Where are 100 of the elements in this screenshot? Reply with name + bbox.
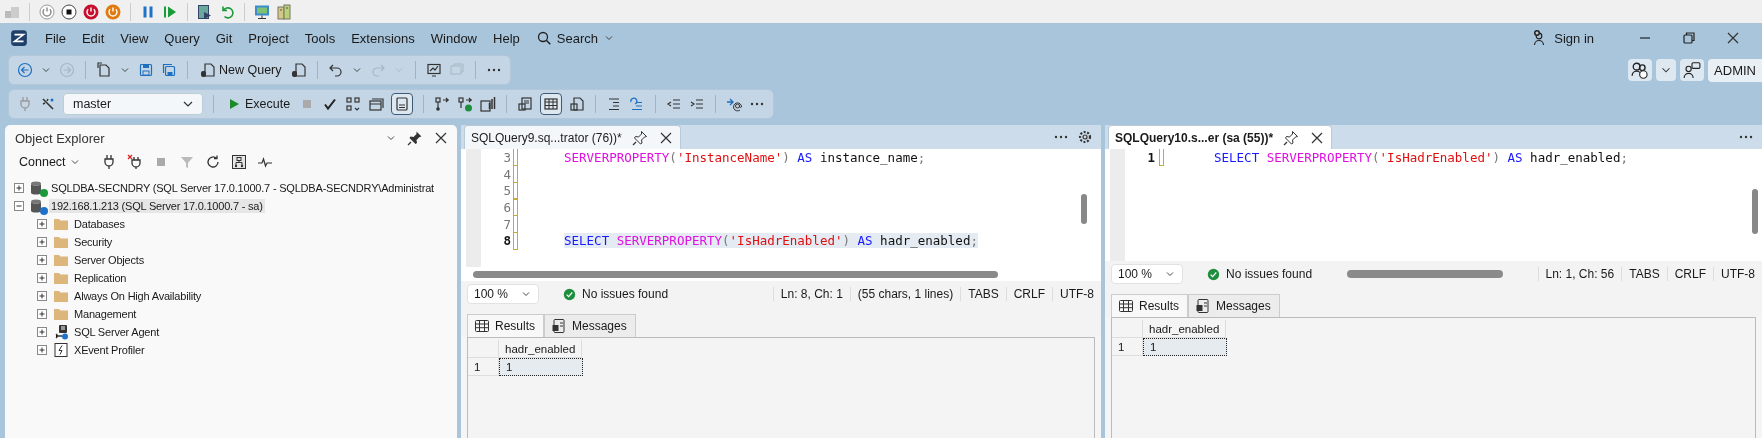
window-icon[interactable]	[368, 96, 385, 112]
sign-in-button[interactable]: Sign in	[1527, 29, 1600, 47]
file-icon[interactable]	[569, 96, 586, 112]
expand-icon[interactable]	[34, 306, 50, 322]
app-icon[interactable]	[197, 3, 213, 20]
profiler-icon	[53, 342, 69, 358]
undo-icon[interactable]	[327, 62, 344, 78]
menu-item[interactable]: Tools	[297, 26, 343, 50]
restore-icon[interactable]	[1681, 30, 1697, 46]
disconnect-icon[interactable]	[126, 154, 143, 170]
document-tab[interactable]: SQLQuery9.sq...trator (76))*	[464, 125, 681, 149]
scrollbar[interactable]	[1752, 189, 1758, 234]
diagram-icon[interactable]	[345, 96, 362, 112]
database-dropdown[interactable]: master	[63, 93, 203, 115]
results-tab[interactable]: Messages	[1188, 294, 1280, 317]
close-icon[interactable]	[1725, 30, 1741, 46]
expand-icon[interactable]	[34, 288, 50, 304]
table-cell[interactable]: 1	[1143, 338, 1227, 356]
wand-icon[interactable]	[40, 96, 56, 112]
stop-icon[interactable]	[61, 3, 77, 20]
close-icon[interactable]	[433, 130, 449, 146]
tree-item[interactable]: Server Objects	[72, 253, 146, 267]
menu-item[interactable]: File	[38, 26, 73, 50]
new-file-icon[interactable]	[96, 62, 112, 78]
menu-item[interactable]: Project	[241, 26, 296, 50]
outdent-icon[interactable]	[666, 96, 683, 112]
connect-button[interactable]: Connect	[13, 155, 85, 169]
tree-item[interactable]: Databases	[72, 217, 127, 231]
scrollbar[interactable]	[1346, 270, 1503, 278]
toggle-button[interactable]	[540, 93, 563, 115]
activity-icon[interactable]	[256, 154, 273, 170]
table-cell[interactable]: 1	[499, 358, 583, 376]
people-icon[interactable]	[1628, 59, 1653, 81]
status-item: TABS	[960, 287, 1006, 301]
document-icon[interactable]	[290, 62, 307, 78]
tree-item[interactable]: Security	[72, 235, 115, 249]
parameter-icon[interactable]	[726, 96, 743, 112]
save-all-icon[interactable]	[161, 62, 177, 78]
menu-item[interactable]: Help	[486, 26, 527, 50]
zoom-dropdown[interactable]: 100 %	[1111, 264, 1183, 284]
monitor-icon[interactable]	[254, 3, 270, 20]
menu-item[interactable]: Extensions	[344, 26, 422, 50]
account-button[interactable]: ADMIN	[1708, 58, 1762, 82]
menu-item[interactable]: Query	[157, 26, 207, 50]
code-editor[interactable]: 3 SERVERPROPERTY('InstanceName') AS instance_name; 4 5 6 7 8 SELECT SERVERPROPERTY('IsHadrEnabled') AS hadr_enabled;	[461, 149, 1101, 267]
power-icon[interactable]	[105, 3, 121, 20]
tree-item[interactable]: SQLDBA-SECNDRY (SQL Server 17.0.1000.7 - SQLDBA-SECNDRY\Administrat	[49, 181, 436, 195]
expand-icon[interactable]	[34, 270, 50, 286]
refresh-icon[interactable]	[204, 154, 221, 170]
tree-item[interactable]: 192.168.1.213 (SQL Server 17.0.1000.7 - sa)	[49, 199, 265, 213]
collapse-icon[interactable]	[11, 198, 27, 214]
hierarchy-icon[interactable]	[230, 154, 247, 170]
plan-icon[interactable]	[434, 96, 451, 112]
power-icon[interactable]	[39, 3, 55, 20]
code-editor[interactable]: 1 SELECT SERVERPROPERTY('IsHadrEnabled') AS hadr_enabled;	[1105, 149, 1762, 261]
tree-item[interactable]: Replication	[72, 271, 129, 285]
expand-icon[interactable]	[11, 180, 27, 196]
expand-icon[interactable]	[34, 216, 50, 232]
pin-icon[interactable]	[407, 130, 423, 146]
settings-icon[interactable]	[1077, 129, 1093, 145]
grid-icon	[474, 318, 490, 334]
line-number: 1	[1146, 149, 1155, 165]
menu-item[interactable]: View	[113, 26, 156, 50]
menu-item[interactable]: Edit	[74, 26, 112, 50]
expand-icon[interactable]	[34, 234, 50, 250]
chart-icon[interactable]	[480, 96, 497, 112]
activity-monitor-icon[interactable]	[425, 62, 442, 78]
expand-icon[interactable]	[34, 252, 50, 268]
tree-item[interactable]: Management	[72, 307, 139, 321]
expand-icon[interactable]	[34, 342, 50, 358]
tree-item[interactable]: XEvent Profiler	[72, 343, 147, 357]
scrollbar[interactable]	[1081, 194, 1087, 224]
document-tab[interactable]: SQLQuery10.s...er (sa (55))*	[1108, 125, 1333, 149]
pin-icon[interactable]	[1283, 129, 1300, 146]
scrollbar[interactable]	[473, 270, 998, 278]
power-icon[interactable]	[83, 3, 99, 20]
results-tab[interactable]: Results	[1111, 294, 1188, 317]
panel-title: Object Explorer	[15, 130, 105, 146]
search-menu[interactable]: Search	[528, 26, 622, 50]
results-tab[interactable]: Messages	[544, 314, 636, 337]
execute-button[interactable]: Execute	[224, 96, 293, 112]
back-icon[interactable]	[17, 62, 33, 78]
text-icon[interactable]	[517, 96, 534, 112]
new-query-button[interactable]: New Query	[198, 62, 284, 78]
tree-item[interactable]: Always On High Availability	[72, 289, 204, 303]
menu-item[interactable]: Git	[208, 26, 240, 50]
expand-icon[interactable]	[34, 324, 50, 340]
zoom-dropdown[interactable]: 100 %	[467, 284, 539, 304]
tree-item[interactable]: SQL Server Agent	[72, 325, 162, 339]
save-icon[interactable]	[138, 62, 154, 78]
toggle-button[interactable]	[391, 93, 414, 115]
menu-item[interactable]: Window	[423, 26, 484, 50]
pin-icon[interactable]	[631, 129, 648, 146]
results-tab[interactable]: Results	[467, 314, 544, 337]
search-icon	[535, 30, 552, 46]
code-line: SELECT SERVERPROPERTY('IsHadrEnabled') AS hadr_enabled;	[1214, 149, 1628, 165]
status-item: Ln: 8, Ch: 1	[772, 287, 850, 301]
feedback-icon[interactable]	[1680, 59, 1705, 81]
plan-icon[interactable]	[457, 96, 474, 112]
indent-icon[interactable]	[689, 96, 706, 112]
